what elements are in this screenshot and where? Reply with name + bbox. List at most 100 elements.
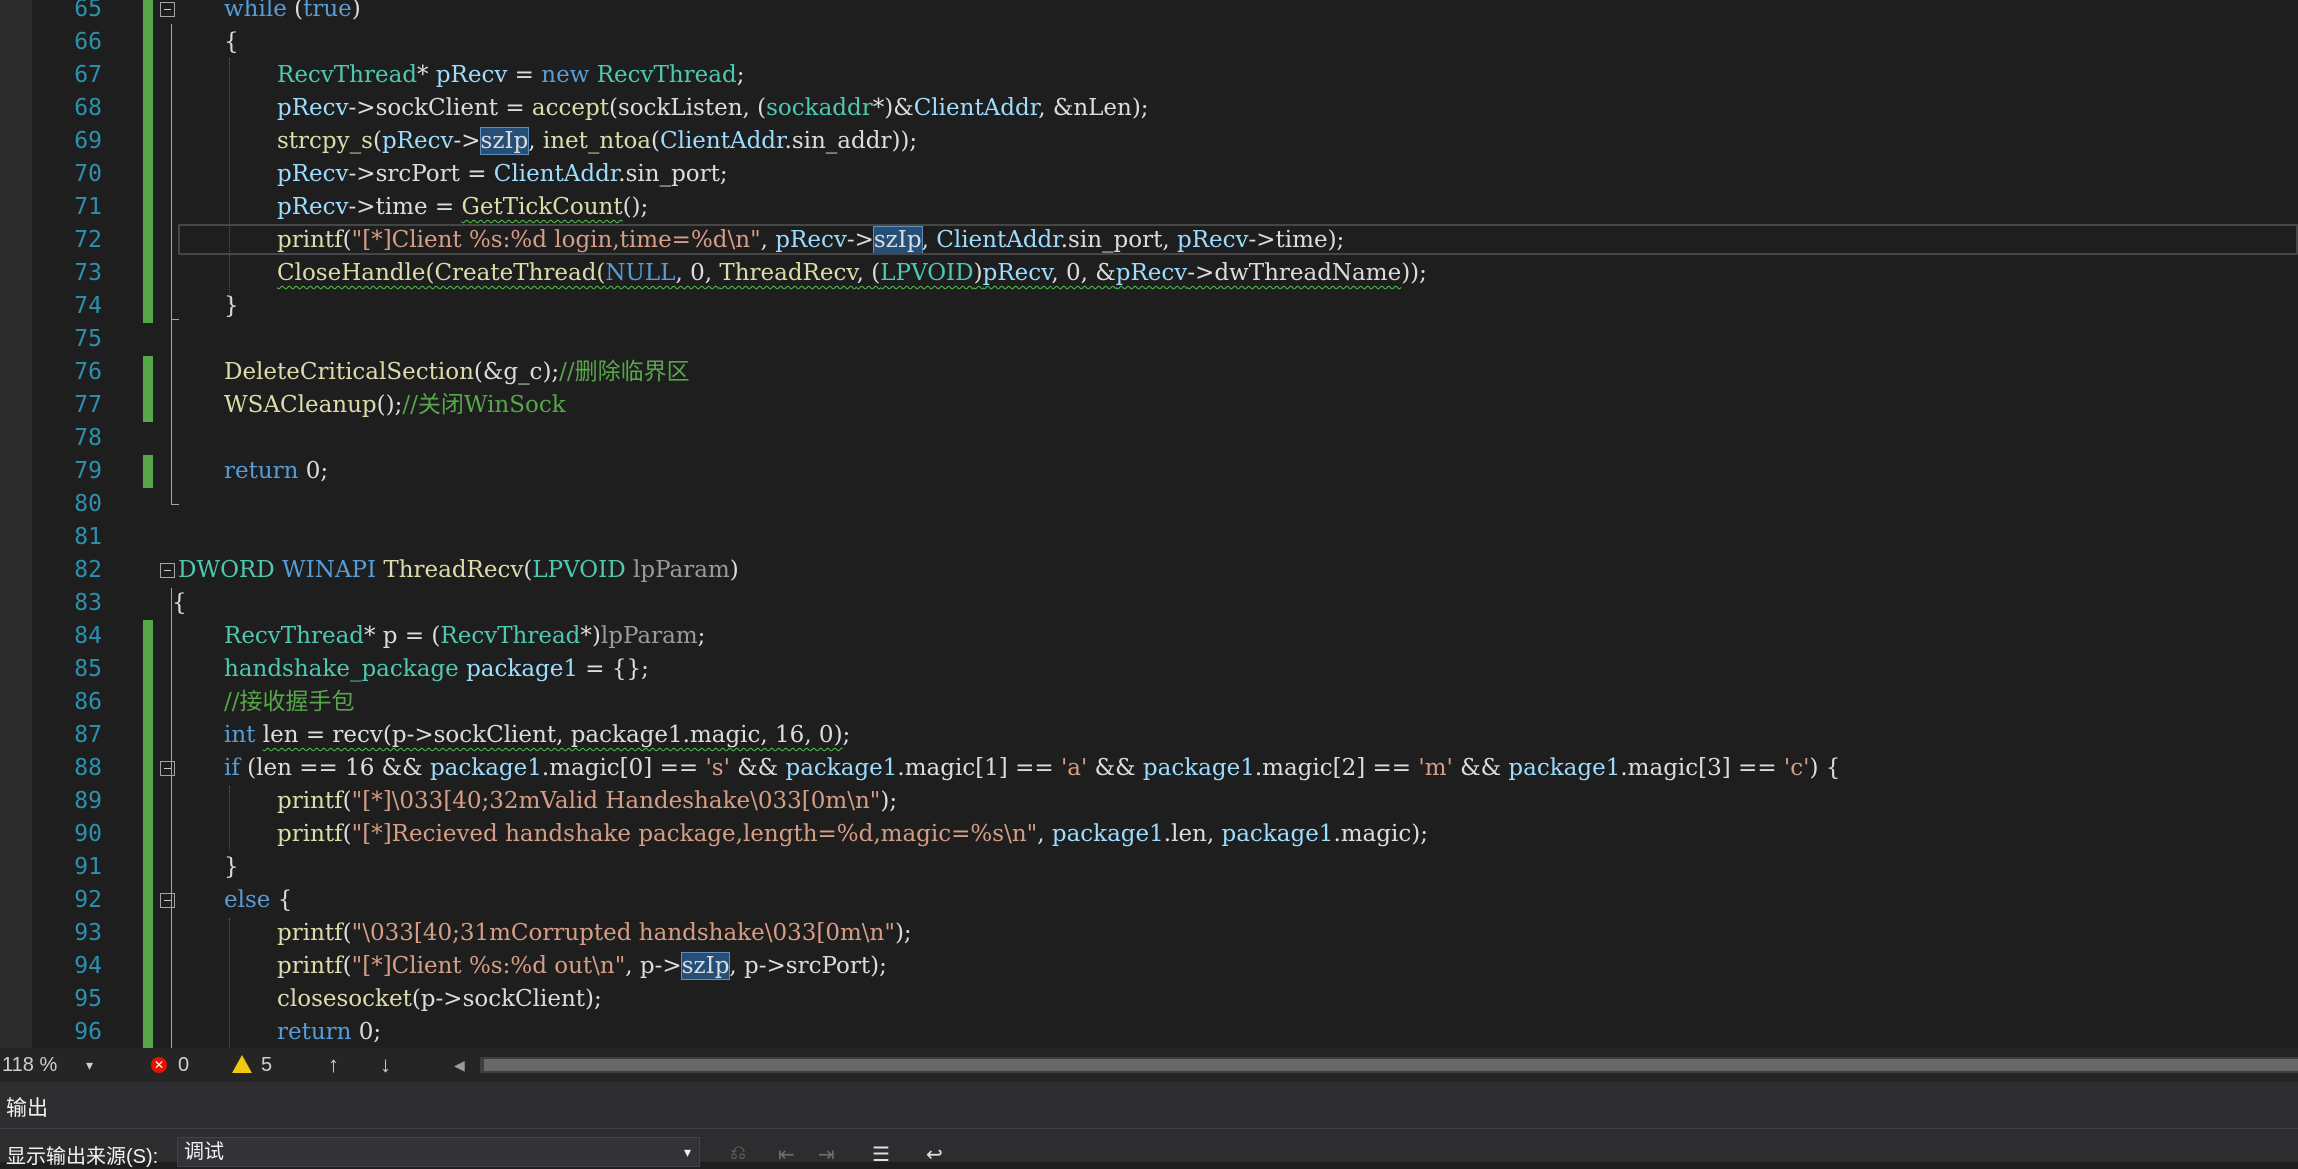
code-line-75[interactable]: 75	[0, 323, 2298, 356]
code-text[interactable]: DWORD WINAPI ThreadRecv(LPVOID lpParam)	[178, 554, 739, 587]
code-line-67[interactable]: 67 RecvThread* pRecv = new RecvThread;	[0, 59, 2298, 92]
code-line-82[interactable]: 82 DWORD WINAPI ThreadRecv(LPVOID lpParam…	[0, 554, 2298, 587]
code-text[interactable]: {	[172, 587, 187, 620]
code-line-90[interactable]: 90 printf("[*]Recieved handshake package,…	[0, 818, 2298, 851]
code-line-89[interactable]: 89 printf("[*]\033[40;32mValid Handeshake…	[0, 785, 2298, 818]
code-line-95[interactable]: 95 closesocket(p->sockClient);	[0, 983, 2298, 1016]
code-text[interactable]: printf("[*]Client %s:%d out\n", p->szIp,…	[277, 950, 887, 983]
code-token: inet_ntoa	[542, 128, 652, 154]
code-line-68[interactable]: 68 pRecv->sockClient = accept(sockListen,…	[0, 92, 2298, 125]
code-token: ,	[528, 128, 543, 154]
code-text[interactable]: RecvThread* p = (RecvThread*)lpParam;	[224, 620, 705, 653]
code-text[interactable]: pRecv->time = GetTickCount();	[277, 191, 648, 224]
code-line-84[interactable]: 84 RecvThread* p = (RecvThread*)lpParam;	[0, 620, 2298, 653]
code-line-92[interactable]: 92 else {	[0, 884, 2298, 917]
indent-guide	[229, 918, 230, 1048]
code-line-88[interactable]: 88 if (len == 16 && package1.magic[0] == …	[0, 752, 2298, 785]
change-indicator	[143, 0, 153, 26]
code-text[interactable]: {	[224, 26, 239, 59]
code-token: (p->sockClient);	[411, 986, 602, 1012]
code-line-70[interactable]: 70 pRecv->srcPort = ClientAddr.sin_port;	[0, 158, 2298, 191]
code-token: ;	[736, 62, 745, 88]
code-token: );	[894, 920, 912, 946]
code-line-86[interactable]: 86 //接收握手包	[0, 686, 2298, 719]
code-text[interactable]: strcpy_s(pRecv->szIp, inet_ntoa(ClientAd…	[277, 125, 917, 158]
code-token: * p = (	[364, 623, 441, 649]
code-token: if	[224, 755, 240, 781]
change-indicator	[143, 455, 153, 488]
code-text[interactable]: return 0;	[277, 1016, 381, 1048]
warning-icon[interactable]	[232, 1055, 252, 1073]
code-text[interactable]: printf("[*]Recieved handshake package,le…	[277, 818, 1428, 851]
code-token: RecvThread	[596, 62, 737, 88]
previous-issue-icon[interactable]: ↑	[328, 1048, 339, 1082]
code-text[interactable]: pRecv->srcPort = ClientAddr.sin_port;	[277, 158, 728, 191]
code-text[interactable]: handshake_package package1 = {};	[224, 653, 649, 686]
code-line-79[interactable]: 79 return 0;	[0, 455, 2298, 488]
collapse-icon[interactable]	[160, 893, 175, 908]
code-line-76[interactable]: 76 DeleteCriticalSection(&g_c);//删除临界区	[0, 356, 2298, 389]
collapse-icon[interactable]	[160, 563, 175, 578]
code-line-91[interactable]: 91}	[0, 851, 2298, 884]
code-line-78[interactable]: 78	[0, 422, 2298, 455]
clear-all-icon[interactable]: ☰	[872, 1142, 890, 1167]
code-token: (	[342, 920, 352, 946]
code-text[interactable]: DeleteCriticalSection(&g_c);//删除临界区	[224, 356, 690, 389]
code-editor[interactable]: 65 while (true) 66{67 RecvThread* pRecv = n…	[0, 0, 2298, 1048]
output-source-select[interactable]: 调试 ▾	[177, 1137, 700, 1167]
code-line-87[interactable]: 87 int len = recv(p->sockClient, package1…	[0, 719, 2298, 752]
scroll-left-icon[interactable]: ◀	[454, 1048, 465, 1082]
code-line-69[interactable]: 69 strcpy_s(pRecv->szIp, inet_ntoa(Client…	[0, 125, 2298, 158]
error-icon[interactable]: ✕	[151, 1057, 167, 1073]
code-token: ->time =	[348, 194, 462, 220]
code-line-77[interactable]: 77 WSACleanup();//关闭WinSock	[0, 389, 2298, 422]
next-issue-icon[interactable]: ↓	[380, 1048, 391, 1082]
code-text[interactable]: if (len == 16 && package1.magic[0] == 's…	[224, 752, 1840, 785]
code-line-93[interactable]: 93 printf("\033[40;31mCorrupted handshake…	[0, 917, 2298, 950]
code-line-71[interactable]: 71 pRecv->time = GetTickCount();	[0, 191, 2298, 224]
horizontal-scrollbar-thumb[interactable]	[484, 1059, 2298, 1071]
code-text[interactable]: //接收握手包	[224, 686, 355, 719]
code-line-80[interactable]: 80	[0, 488, 2298, 521]
code-line-73[interactable]: 73 CloseHandle(CreateThread(NULL, 0, Thre…	[0, 257, 2298, 290]
code-token: package1	[429, 755, 542, 781]
code-line-66[interactable]: 66 {	[0, 26, 2298, 59]
output-panel-title[interactable]: 输出	[6, 1092, 48, 1122]
next-message-icon[interactable]: ⇥	[818, 1142, 835, 1167]
code-token: printf	[277, 953, 343, 979]
line-number: 78	[74, 425, 102, 451]
code-line-74[interactable]: 74}	[0, 290, 2298, 323]
code-token: LPVOID	[880, 260, 974, 286]
code-text[interactable]: }	[224, 290, 239, 323]
code-line-81[interactable]: 81	[0, 521, 2298, 554]
code-text[interactable]: return 0;	[224, 455, 328, 488]
line-number: 92	[74, 887, 102, 913]
error-count[interactable]: 0	[178, 1048, 189, 1082]
code-text[interactable]: CloseHandle(CreateThread(NULL, 0, Thread…	[277, 257, 1427, 290]
code-text[interactable]: RecvThread* pRecv = new RecvThread;	[277, 59, 744, 92]
code-text[interactable]: else {	[224, 884, 292, 917]
code-text[interactable]: printf("\033[40;31mCorrupted handshake\0…	[277, 917, 912, 950]
zoom-dropdown-icon[interactable]: ▾	[86, 1048, 93, 1082]
code-line-85[interactable]: 85 handshake_package package1 = {};	[0, 653, 2298, 686]
code-token: .sin_port;	[618, 161, 728, 187]
collapse-icon[interactable]	[160, 2, 175, 17]
code-text[interactable]: printf("[*]\033[40;32mValid Handeshake\0…	[277, 785, 897, 818]
code-text[interactable]: int len = recv(p->sockClient, package1.m…	[224, 719, 850, 752]
code-text[interactable]: pRecv->sockClient = accept(sockListen, (…	[277, 92, 1149, 125]
collapse-icon[interactable]	[160, 761, 175, 776]
code-token: int	[224, 722, 256, 748]
code-text[interactable]: }	[224, 851, 239, 884]
previous-message-icon[interactable]: ⇤	[778, 1142, 795, 1167]
code-line-96[interactable]: 96 return 0;	[0, 1016, 2298, 1048]
word-wrap-icon[interactable]: ↩	[926, 1142, 943, 1167]
warning-count[interactable]: 5	[261, 1048, 272, 1082]
code-text[interactable]: WSACleanup();//关闭WinSock	[224, 389, 566, 422]
code-line-83[interactable]: 83 {	[0, 587, 2298, 620]
line-number: 70	[74, 161, 102, 187]
code-text[interactable]: while (true)	[224, 0, 361, 26]
code-line-94[interactable]: 94 printf("[*]Client %s:%d out\n", p->szI…	[0, 950, 2298, 983]
code-text[interactable]: closesocket(p->sockClient);	[277, 983, 602, 1016]
zoom-level[interactable]: 118 %	[2, 1048, 57, 1082]
code-line-65[interactable]: 65 while (true)	[0, 0, 2298, 26]
